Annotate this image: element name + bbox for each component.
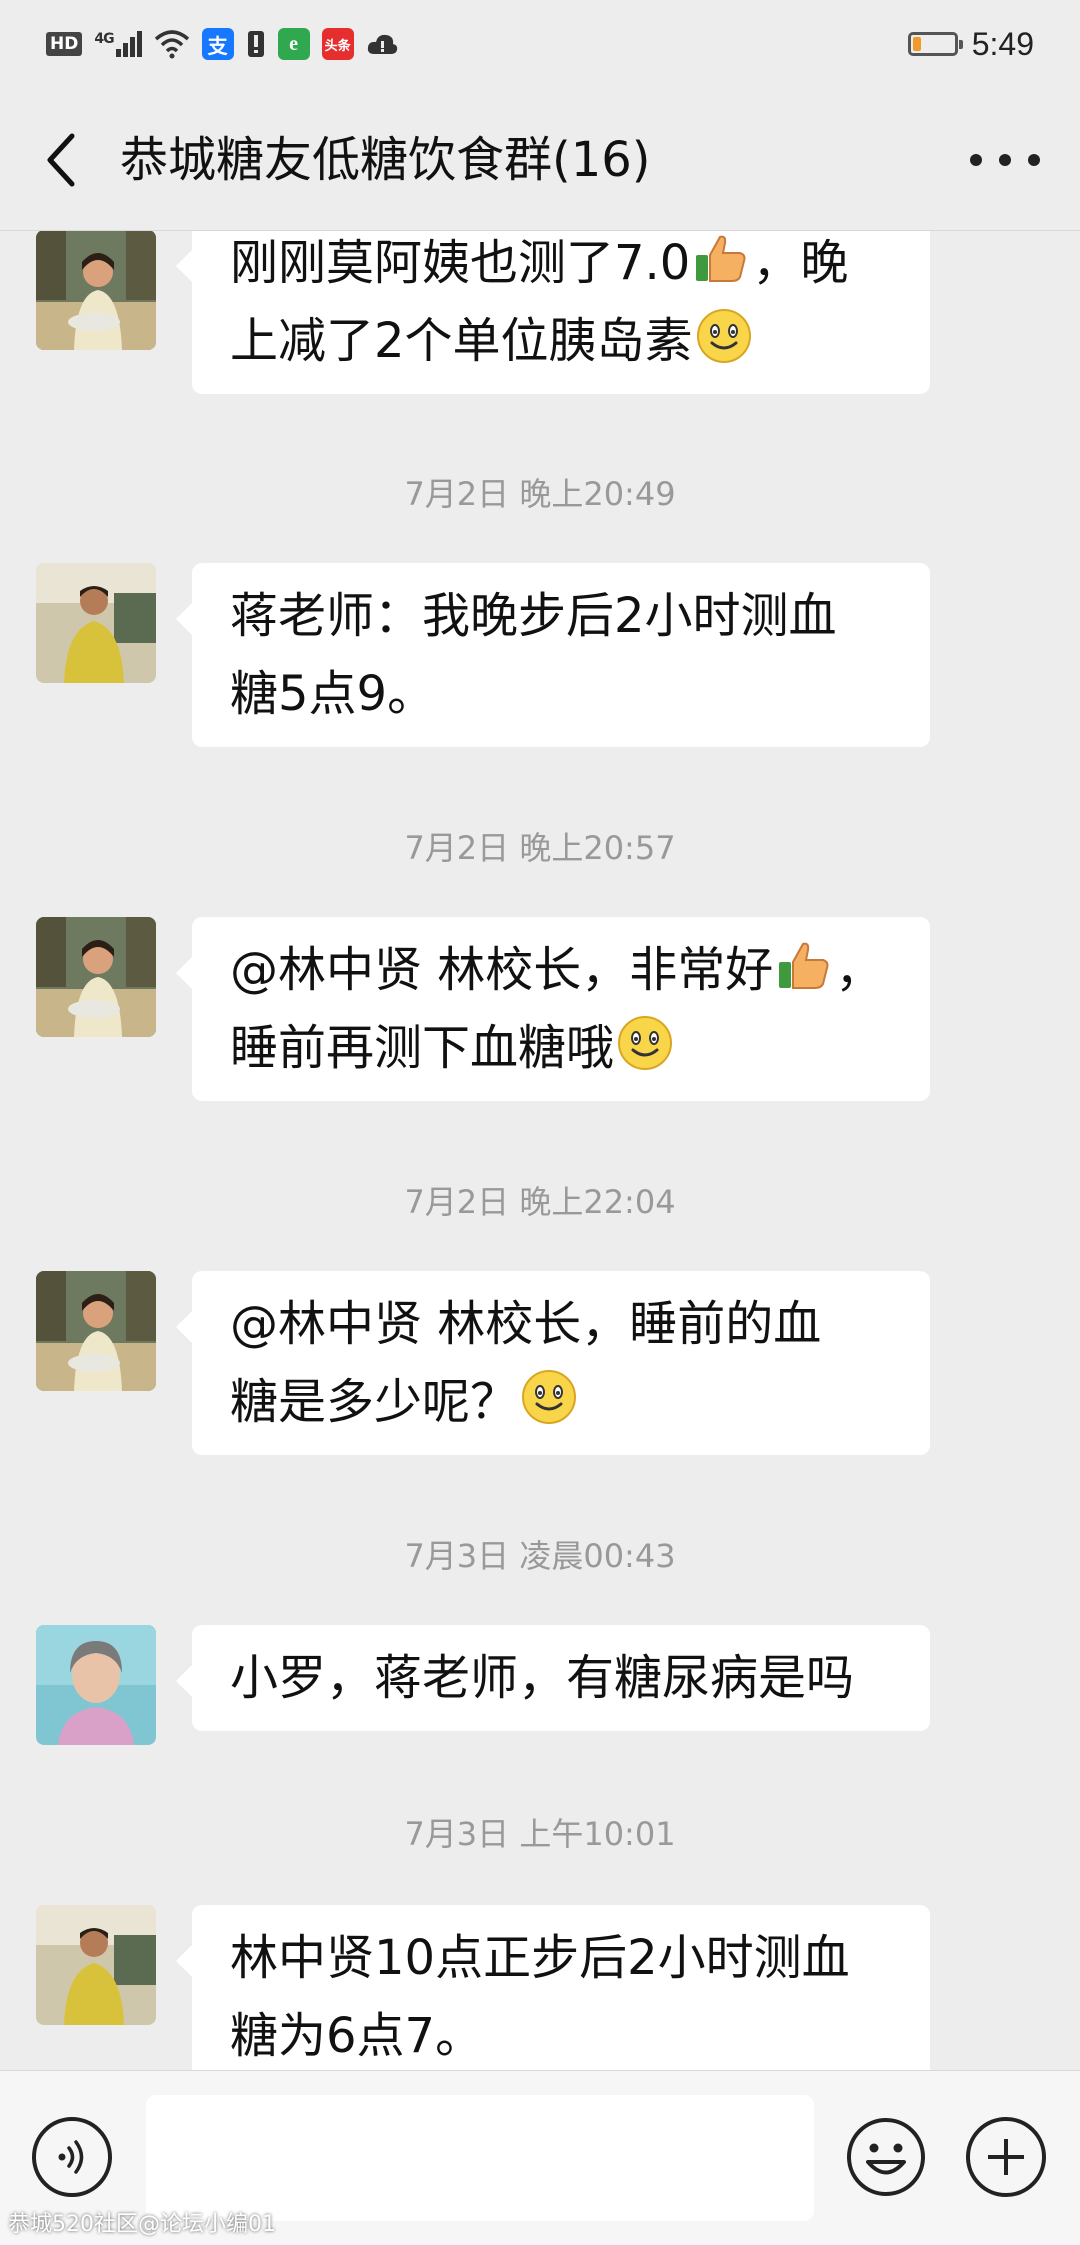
message-text: 蒋老师：我晚步后2小时测血	[230, 588, 837, 644]
message-text-tail: ，	[835, 942, 884, 998]
voice-icon	[58, 2140, 84, 2174]
sim-icon	[247, 31, 264, 57]
message-input[interactable]	[146, 2095, 814, 2221]
chevron-left-icon	[47, 133, 75, 187]
voice-button[interactable]	[32, 2117, 112, 2197]
message-text-tail: ，晚	[752, 235, 849, 291]
avatar-woman-kitchen[interactable]	[36, 917, 156, 1037]
timestamp: 7月2日 晚上22:04	[404, 1183, 676, 1221]
timestamp: 7月3日 凌晨00:43	[404, 1537, 676, 1575]
status-bar: HD 4G 支 e 头条 5:49	[0, 0, 1080, 90]
toutiao-icon: 头条	[321, 28, 354, 60]
avatar-man-yellow-shirt[interactable]	[36, 1905, 156, 2025]
message-bubble[interactable]: 小罗，蒋老师，有糖尿病是吗	[176, 1625, 930, 1731]
message-text: 林中贤10点正步后2小时测血	[230, 1930, 850, 1986]
timestamp: 7月3日 上午10:01	[404, 1815, 676, 1853]
more-dots-icon	[970, 154, 982, 166]
cloud-icon	[367, 34, 397, 54]
message-text: 上减了2个单位胰岛素	[230, 313, 693, 369]
message-text: @林中贤 林校长，睡前的血	[230, 1296, 822, 1352]
wifi-icon	[154, 30, 189, 59]
message-text: @林中贤 林校长，非常好	[230, 942, 774, 998]
status-icons-left: HD 4G 支 e 头条	[46, 22, 398, 66]
message-text: 小罗，蒋老师，有糖尿病是吗	[230, 1650, 855, 1706]
status-icons-right: 5:49	[907, 22, 1034, 66]
alipay-icon: 支	[201, 28, 234, 60]
battery-icon	[907, 32, 963, 56]
message-bubble[interactable]: 刚刚莫阿姨也测了7.0 ，晚 上减了2个单位胰岛素	[176, 231, 930, 394]
battery-level	[912, 37, 921, 51]
more-button[interactable]	[970, 140, 1040, 180]
clock: 5:49	[971, 25, 1034, 62]
smile-emoji-icon	[695, 307, 753, 365]
message-text: 刚刚莫阿姨也测了7.0	[230, 235, 691, 291]
smile-emoji-icon	[616, 1014, 674, 1072]
message-text: 睡前再测下血糖哦	[230, 1020, 615, 1076]
avatar-older-woman[interactable]	[36, 1625, 156, 1745]
smiley-icon	[847, 2118, 925, 2196]
chat-title: 恭城糖友低糖饮食群(16)	[120, 132, 651, 188]
emoji-button[interactable]	[846, 2117, 926, 2197]
network-type: 4G	[94, 31, 114, 47]
avatar-woman-kitchen[interactable]	[36, 231, 156, 350]
hd-icon: HD	[46, 32, 83, 56]
avatar-man-yellow-shirt[interactable]	[36, 563, 156, 683]
message-text: 糖为6点7。	[230, 2008, 484, 2064]
message-text: 糖5点9。	[230, 666, 436, 722]
watermark: 恭城520社区@论坛小编01	[8, 2212, 276, 2237]
thumbs-up-icon	[775, 936, 833, 994]
back-button[interactable]	[30, 120, 90, 200]
message-bubble[interactable]: 林中贤10点正步后2小时测血 糖为6点7。	[176, 1905, 930, 2070]
browser-icon: e	[277, 28, 310, 60]
message-bubble[interactable]: @林中贤 林校长，非常好 ， 睡前再测下血糖哦	[176, 917, 930, 1101]
signal-icon: 4G	[94, 31, 142, 57]
timestamp: 7月2日 晚上20:49	[404, 475, 676, 513]
message-bubble[interactable]: 蒋老师：我晚步后2小时测血 糖5点9。	[176, 563, 930, 747]
message-list[interactable]: 刚刚莫阿姨也测了7.0 ，晚 上减了2个单位胰岛素 7月2日 晚上20:49 蒋老…	[0, 231, 1080, 2070]
message-bubble[interactable]: @林中贤 林校长，睡前的血 糖是多少呢？	[176, 1271, 930, 1455]
message-text: 糖是多少呢？	[230, 1374, 519, 1430]
avatar-woman-kitchen[interactable]	[36, 1271, 156, 1391]
plus-button[interactable]	[966, 2117, 1046, 2197]
chat-header: 恭城糖友低糖饮食群(16)	[0, 90, 1080, 231]
smile-emoji-icon	[520, 1368, 578, 1426]
thumbs-up-icon	[692, 231, 750, 287]
timestamp: 7月2日 晚上20:57	[404, 829, 676, 867]
